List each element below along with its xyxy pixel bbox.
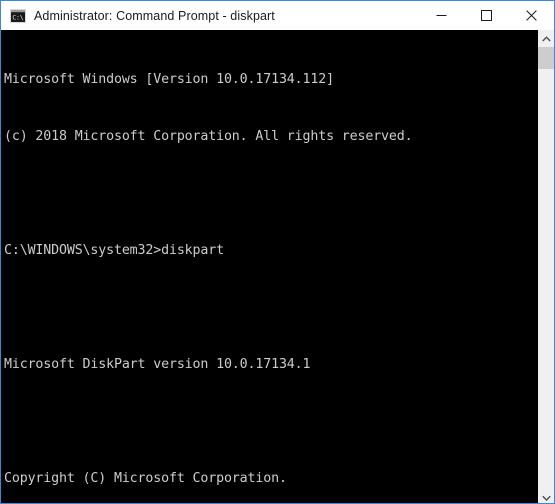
maximize-button[interactable] — [464, 1, 509, 30]
titlebar[interactable]: C:\ Administrator: Command Prompt - disk… — [1, 1, 554, 30]
terminal-output[interactable]: Microsoft Windows [Version 10.0.17134.11… — [1, 30, 537, 503]
scrollbar-track[interactable] — [538, 47, 554, 487]
terminal-line: Microsoft DiskPart version 10.0.17134.1 — [4, 357, 311, 372]
terminal-line: Copyright (C) Microsoft Corporation. — [4, 471, 287, 486]
chevron-down-icon — [541, 495, 551, 501]
scrollbar-up-button[interactable] — [538, 30, 554, 47]
console-area[interactable]: Microsoft Windows [Version 10.0.17134.11… — [1, 30, 554, 503]
terminal-line: Microsoft Windows [Version 10.0.17134.11… — [4, 72, 334, 87]
scrollbar-thumb[interactable] — [538, 47, 554, 69]
terminal-line: (c) 2018 Microsoft Corporation. All righ… — [4, 129, 413, 144]
terminal-line: C:\WINDOWS\system32>diskpart — [4, 243, 224, 258]
chevron-up-icon — [541, 35, 551, 41]
window-controls — [419, 1, 554, 30]
vertical-scrollbar[interactable] — [537, 30, 554, 503]
minimize-button[interactable] — [419, 1, 464, 30]
console-icon: C:\ — [10, 8, 26, 23]
svg-text:C:\: C:\ — [12, 14, 23, 21]
maximize-icon — [481, 10, 492, 21]
command-prompt-window: C:\ Administrator: Command Prompt - disk… — [0, 0, 555, 504]
scrollbar-down-button[interactable] — [538, 489, 554, 503]
minimize-icon — [436, 15, 447, 16]
window-title: Administrator: Command Prompt - diskpart — [34, 8, 275, 23]
close-button[interactable] — [509, 1, 554, 30]
close-icon — [526, 10, 537, 21]
